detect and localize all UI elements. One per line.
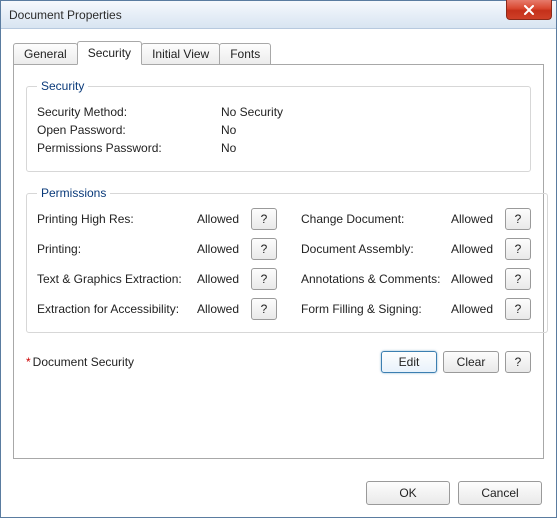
edit-button[interactable]: Edit: [381, 351, 437, 373]
perm-form-filling-signing-help-button[interactable]: ?: [505, 298, 531, 320]
security-method-label: Security Method:: [37, 105, 221, 119]
perm-change-document-label: Change Document:: [301, 212, 451, 226]
perm-form-filling-signing-value: Allowed: [451, 302, 505, 316]
perm-text-graphics-extraction-label: Text & Graphics Extraction:: [37, 272, 197, 286]
perm-printing-help-button[interactable]: ?: [251, 238, 277, 260]
perm-annotations-comments-help-button[interactable]: ?: [505, 268, 531, 290]
tab-fonts[interactable]: Fonts: [219, 43, 271, 65]
tab-security[interactable]: Security: [77, 41, 142, 65]
cancel-button[interactable]: Cancel: [458, 481, 542, 505]
window-title: Document Properties: [9, 8, 122, 22]
perm-extraction-accessibility-value: Allowed: [197, 302, 251, 316]
perm-annotations-comments-label: Annotations & Comments:: [301, 272, 451, 286]
open-password-label: Open Password:: [37, 123, 221, 137]
perm-text-graphics-extraction-help-button[interactable]: ?: [251, 268, 277, 290]
perm-document-assembly-label: Document Assembly:: [301, 242, 451, 256]
dialog-footer: OK Cancel: [1, 471, 556, 517]
ok-button[interactable]: OK: [366, 481, 450, 505]
perm-change-document-help-button[interactable]: ?: [505, 208, 531, 230]
tab-general[interactable]: General: [13, 43, 78, 65]
document-security-buttons: Edit Clear ?: [381, 351, 531, 373]
perm-printing-label: Printing:: [37, 242, 197, 256]
perm-document-assembly-value: Allowed: [451, 242, 505, 256]
clear-button[interactable]: Clear: [443, 351, 499, 373]
tab-panel-security: Security Security Method: No Security Op…: [13, 64, 544, 459]
security-group: Security Security Method: No Security Op…: [26, 79, 531, 172]
perm-extraction-accessibility-help-button[interactable]: ?: [251, 298, 277, 320]
perm-printing-high-res-label: Printing High Res:: [37, 212, 197, 226]
perm-form-filling-signing-label: Form Filling & Signing:: [301, 302, 451, 316]
document-properties-window: Document Properties General Security Ini…: [0, 0, 557, 518]
perm-change-document-value: Allowed: [451, 212, 505, 226]
perm-document-assembly-help-button[interactable]: ?: [505, 238, 531, 260]
permissions-group: Permissions Printing High Res: Allowed ?…: [26, 186, 548, 333]
close-icon: [523, 5, 535, 15]
document-security-label: Document Security: [33, 355, 134, 369]
tab-initial-view[interactable]: Initial View: [141, 43, 220, 65]
permissions-password-row: Permissions Password: No: [37, 141, 520, 155]
permissions-grid: Printing High Res: Allowed ? Change Docu…: [37, 208, 537, 320]
dialog-body: General Security Initial View Fonts Secu…: [1, 29, 556, 471]
security-method-row: Security Method: No Security: [37, 105, 520, 119]
required-asterisk: *: [26, 355, 31, 369]
open-password-row: Open Password: No: [37, 123, 520, 137]
permissions-password-value: No: [221, 141, 236, 155]
perm-text-graphics-extraction-value: Allowed: [197, 272, 251, 286]
perm-printing-high-res-help-button[interactable]: ?: [251, 208, 277, 230]
perm-annotations-comments-value: Allowed: [451, 272, 505, 286]
security-method-value: No Security: [221, 105, 283, 119]
titlebar: Document Properties: [1, 1, 556, 29]
perm-extraction-accessibility-label: Extraction for Accessibility:: [37, 302, 197, 316]
close-button[interactable]: [506, 0, 552, 20]
perm-printing-high-res-value: Allowed: [197, 212, 251, 226]
open-password-value: No: [221, 123, 236, 137]
security-group-legend: Security: [37, 79, 88, 93]
permissions-group-legend: Permissions: [37, 186, 110, 200]
permissions-password-label: Permissions Password:: [37, 141, 221, 155]
document-security-row: * Document Security Edit Clear ?: [26, 351, 531, 373]
perm-printing-value: Allowed: [197, 242, 251, 256]
tab-strip: General Security Initial View Fonts: [13, 41, 544, 65]
document-security-help-button[interactable]: ?: [505, 351, 531, 373]
